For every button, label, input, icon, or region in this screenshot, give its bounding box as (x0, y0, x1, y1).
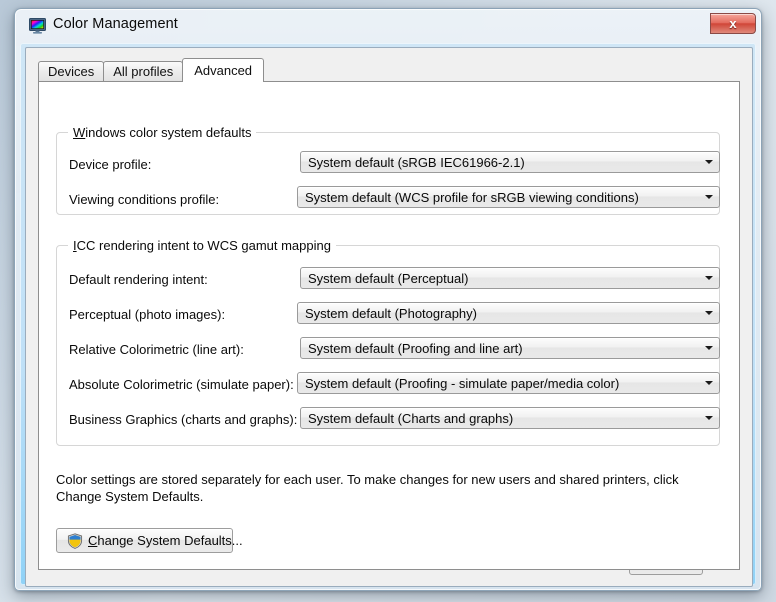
group2-title-rest: CC rendering intent to WCS gamut mapping (76, 238, 331, 253)
close-window-button[interactable]: x (710, 13, 756, 34)
color-management-window: Color Management x Devices All profiles … (14, 8, 762, 591)
chevron-down-icon (699, 303, 719, 323)
group1-accel-letter: W (73, 125, 86, 140)
title-bar: Color Management x (15, 9, 761, 43)
chevron-down-icon (699, 187, 719, 207)
change-defaults-label-rest: hange System Defaults... (97, 533, 243, 548)
label-relative-colorimetric: Relative Colorimetric (line art): (69, 342, 244, 357)
combo-default-rendering-intent-value: System default (Perceptual) (308, 270, 469, 286)
combo-default-rendering-intent[interactable]: System default (Perceptual) (300, 267, 720, 289)
combo-absolute-colorimetric[interactable]: System default (Proofing - simulate pape… (297, 372, 720, 394)
combo-device-profile[interactable]: System default (sRGB IEC61966-2.1) (300, 151, 720, 173)
combo-perceptual-value: System default (Photography) (305, 305, 477, 321)
tab-all-profiles[interactable]: All profiles (103, 61, 184, 81)
combo-relative-colorimetric-value: System default (Proofing and line art) (308, 340, 523, 356)
change-system-defaults-label: Change System Defaults... (88, 533, 243, 548)
close-icon: x (729, 16, 737, 31)
chevron-down-icon (699, 268, 719, 288)
combo-relative-colorimetric[interactable]: System default (Proofing and line art) (300, 337, 720, 359)
label-device-profile: Device profile: (69, 157, 152, 172)
window-title: Color Management (53, 16, 178, 32)
combo-perceptual[interactable]: System default (Photography) (297, 302, 720, 324)
advanced-tab-panel: Windows color system defaults Device pro… (38, 81, 740, 570)
group1-title-rest: indows color system defaults (85, 125, 252, 140)
chevron-down-icon (699, 408, 719, 428)
combo-device-profile-value: System default (sRGB IEC61966-2.1) (308, 154, 525, 170)
change-system-defaults-button[interactable]: Change System Defaults... (56, 528, 243, 553)
label-default-rendering-intent: Default rendering intent: (69, 272, 208, 287)
combo-absolute-colorimetric-value: System default (Proofing - simulate pape… (305, 375, 620, 391)
uac-shield-icon (67, 532, 83, 549)
color-monitor-icon (29, 18, 46, 34)
combo-business-graphics-value: System default (Charts and graphs) (308, 410, 514, 426)
label-absolute-colorimetric: Absolute Colorimetric (simulate paper): (69, 377, 294, 392)
label-perceptual: Perceptual (photo images): (69, 307, 226, 322)
combo-business-graphics[interactable]: System default (Charts and graphs) (300, 407, 720, 429)
tab-all-profiles-label: All profiles (113, 64, 174, 79)
tab-strip: Devices All profiles Advanced (38, 58, 265, 82)
tab-advanced[interactable]: Advanced (182, 58, 265, 82)
combo-viewing-conditions-profile[interactable]: System default (WCS profile for sRGB vie… (297, 186, 720, 208)
tab-devices-label: Devices (48, 64, 95, 79)
chevron-down-icon (699, 373, 719, 393)
settings-description: Color settings are stored separately for… (56, 472, 679, 504)
label-viewing-conditions-profile: Viewing conditions profile: (69, 192, 220, 207)
tab-advanced-label: Advanced (194, 63, 253, 78)
chevron-down-icon (699, 338, 719, 358)
tab-devices[interactable]: Devices (38, 61, 105, 81)
change-defaults-accel-letter: C (88, 533, 98, 548)
client-area: Devices All profiles Advanced Windows co… (25, 47, 753, 587)
combo-viewing-conditions-profile-value: System default (WCS profile for sRGB vie… (305, 189, 639, 205)
chevron-down-icon (699, 152, 719, 172)
group-windows-color-system-defaults-title: Windows color system defaults (68, 125, 257, 140)
group-icc-rendering-intent-title: ICC rendering intent to WCS gamut mappin… (68, 238, 336, 253)
label-business-graphics: Business Graphics (charts and graphs): (69, 412, 298, 427)
